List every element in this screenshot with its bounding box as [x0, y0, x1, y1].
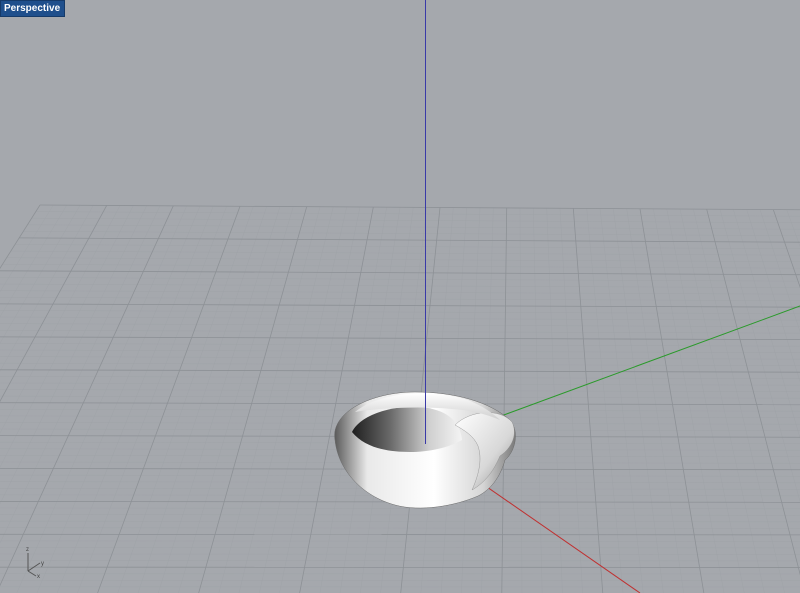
grid-minor-line: [56, 206, 214, 593]
viewport-title-tab[interactable]: Perspective: [0, 0, 66, 17]
grid-major-line: [0, 205, 174, 587]
grid-major-line: [772, 209, 800, 289]
axis-triad: z y x: [26, 547, 44, 579]
grid-minor-line: [259, 206, 347, 593]
grid-minor-line: [0, 283, 800, 288]
grid-minor-line: [16, 205, 187, 593]
grid-minor-line: [586, 208, 624, 593]
grid-major-line: [0, 369, 800, 373]
grid-major-line: [639, 208, 705, 593]
grid-minor-line: [0, 362, 800, 366]
grid-major-line: [501, 207, 508, 593]
grid-minor-line: [666, 208, 745, 593]
grid-minor-line: [117, 206, 254, 593]
grid-major-line: [0, 533, 800, 536]
grid-minor-line: [238, 206, 334, 593]
grid-minor-line: [746, 209, 800, 383]
grid-minor-line: [0, 547, 800, 549]
grid-minor-line: [0, 310, 800, 314]
grid-minor-line: [157, 206, 281, 593]
grid-minor-line: [137, 206, 267, 593]
grid-minor-line: [719, 209, 800, 503]
grid-minor-line: [0, 389, 800, 392]
grid-major-line: [0, 205, 108, 403]
grid-minor-line: [0, 376, 800, 379]
grid-minor-line: [0, 297, 800, 301]
grid-major-line: [0, 204, 41, 269]
triad-z-label: z: [26, 547, 29, 553]
grid-minor-line: [35, 211, 800, 217]
grid-minor-line: [653, 208, 725, 593]
grid-minor-line: [0, 205, 81, 344]
grid-major-line: [299, 207, 374, 593]
viewport-scene[interactable]: [0, 0, 800, 593]
grid-minor-line: [0, 205, 134, 468]
grid-minor-line: [0, 290, 800, 295]
grid-minor-line: [0, 323, 800, 327]
grid-major-line: [97, 206, 241, 593]
grid-minor-line: [31, 218, 800, 223]
grid-minor-line: [0, 540, 800, 542]
grid-minor-line: [533, 208, 543, 593]
grid-minor-line: [0, 343, 800, 347]
grid-major-line: [0, 270, 800, 276]
grid-minor-line: [0, 330, 800, 334]
grid-major-line: [572, 208, 604, 593]
triad-x-line: [27, 570, 37, 577]
grid-minor-line: [0, 205, 147, 505]
grid-major-line: [706, 209, 800, 576]
grid-minor-line: [2, 264, 800, 269]
grid-minor-line: [6, 257, 800, 262]
grid-minor-line: [178, 206, 294, 593]
grid-minor-line: [0, 560, 800, 562]
grid-minor-line: [613, 208, 664, 593]
triad-x-label: x: [37, 574, 40, 579]
grid-minor-line: [0, 507, 800, 510]
grid-major-line: [19, 237, 800, 243]
grid-minor-line: [759, 209, 800, 333]
grid-minor-line: [481, 207, 494, 593]
grid-minor-line: [0, 205, 94, 372]
grid-minor-line: [0, 316, 800, 321]
grid-minor-line: [679, 208, 765, 593]
grid-major-line: [39, 204, 800, 211]
grid-minor-line: [0, 205, 161, 544]
grid-minor-line: [10, 250, 800, 256]
grid-minor-line: [0, 514, 800, 516]
grid-minor-line: [0, 205, 67, 318]
grid-minor-line: [546, 208, 563, 593]
triad-y-label: y: [41, 561, 44, 567]
grid-minor-line: [0, 277, 800, 282]
grid-minor-line: [0, 553, 800, 555]
grid-minor-line: [559, 208, 583, 593]
grid-minor-line: [77, 206, 227, 593]
grid-minor-line: [0, 204, 54, 293]
grid-minor-line: [23, 231, 800, 236]
grid-minor-line: [0, 382, 800, 386]
grid-minor-line: [519, 207, 523, 593]
grid-major-line: [0, 336, 800, 341]
grid-minor-line: [36, 205, 201, 593]
grid-minor-line: [0, 527, 800, 529]
perspective-viewport[interactable]: Perspective z y x: [0, 0, 800, 593]
triad-y-line: [27, 562, 41, 572]
grid-major-line: [198, 206, 308, 593]
grid-minor-line: [599, 208, 644, 593]
grid-minor-line: [0, 520, 800, 523]
grid-minor-line: [218, 206, 321, 593]
